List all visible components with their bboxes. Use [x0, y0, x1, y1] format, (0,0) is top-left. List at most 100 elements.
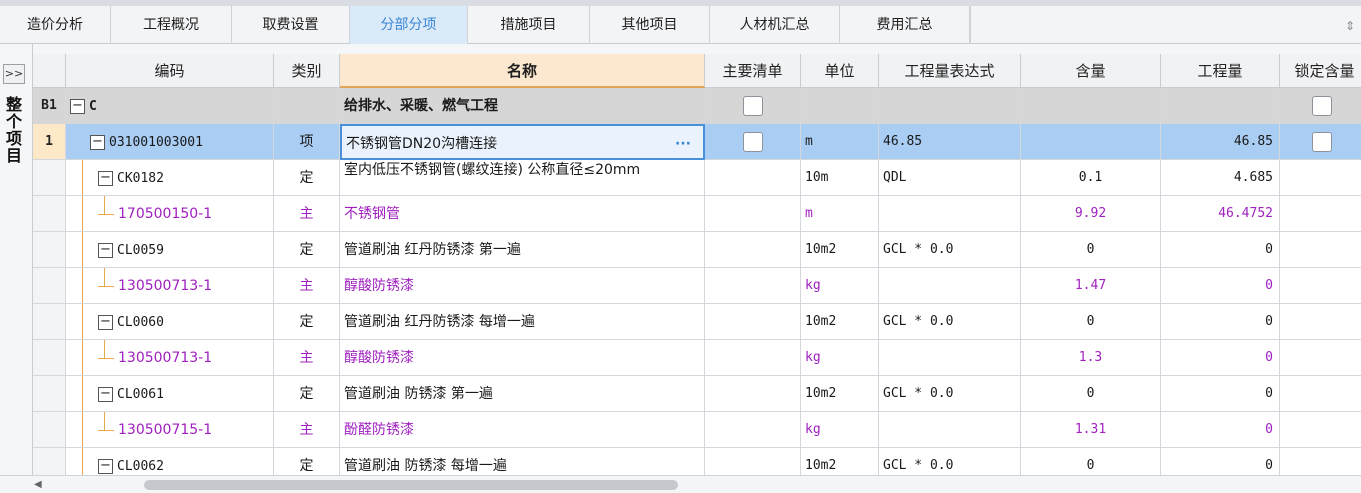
row-index[interactable]: [33, 376, 66, 412]
horizontal-scrollbar[interactable]: ◀: [0, 475, 1361, 493]
content-cell[interactable]: [1021, 124, 1161, 160]
table-row[interactable]: − CL0062 定管道刷油 防锈漆 每增一遍 10m2 GCL * 0.0 0 0: [33, 448, 1361, 475]
table-row[interactable]: 130500715-1 主酚醛防锈漆 kg 1.31 0: [33, 412, 1361, 448]
qty-expr-header[interactable]: 工程量表达式: [879, 54, 1021, 88]
row-index[interactable]: [33, 412, 66, 448]
table-row[interactable]: − CL0059 定管道刷油 红丹防锈漆 第一遍 10m2 GCL * 0.0 0 0: [33, 232, 1361, 268]
name-cell[interactable]: 酚醛防锈漆: [340, 412, 705, 448]
tab-4[interactable]: 措施项目: [468, 6, 590, 44]
row-index[interactable]: [33, 196, 66, 232]
name-cell[interactable]: 管道刷油 防锈漆 第一遍: [340, 376, 705, 412]
table-row[interactable]: 130500713-1 主醇酸防锈漆 kg 1.3 0: [33, 340, 1361, 376]
name-cell[interactable]: 醇酸防锈漆: [340, 340, 705, 376]
qty-expr-cell[interactable]: [879, 196, 1021, 232]
main-list-cell[interactable]: [705, 232, 801, 268]
qty-expr-cell[interactable]: 46.85: [879, 124, 1021, 160]
tab-6[interactable]: 人材机汇总: [710, 6, 840, 44]
table-row[interactable]: − CK0182 定室内低压不锈钢管(螺纹连接) 公称直径≤20mm 10m QDL 0.…: [33, 160, 1361, 196]
code-cell[interactable]: 170500150-1: [66, 196, 274, 232]
quantity-cell[interactable]: 0: [1161, 448, 1280, 475]
table-row[interactable]: 170500150-1 主不锈钢管 m 9.92 46.4752: [33, 196, 1361, 232]
lock-content-checkbox[interactable]: [1312, 96, 1332, 116]
row-index[interactable]: [33, 448, 66, 475]
main-list-cell[interactable]: [705, 376, 801, 412]
unit-cell[interactable]: 10m2: [801, 232, 879, 268]
quantity-cell[interactable]: 0: [1161, 340, 1280, 376]
name-cell[interactable]: 醇酸防锈漆: [340, 268, 705, 304]
tab-scroll-icon[interactable]: ⇕: [1345, 18, 1359, 34]
main-list-cell[interactable]: [705, 160, 801, 196]
lock-content-cell[interactable]: [1280, 232, 1361, 268]
tab-1[interactable]: 工程概况: [111, 6, 232, 44]
unit-cell[interactable]: m: [801, 124, 879, 160]
main-list-cell[interactable]: [705, 88, 801, 124]
name-header[interactable]: 名称: [340, 54, 705, 88]
lock-content-cell[interactable]: [1280, 124, 1361, 160]
qty-expr-cell[interactable]: GCL * 0.0: [879, 304, 1021, 340]
tab-7[interactable]: 费用汇总: [840, 6, 970, 44]
code-header[interactable]: 编码: [66, 54, 274, 88]
scrollbar-thumb[interactable]: [144, 480, 678, 490]
lock-content-checkbox[interactable]: [1312, 132, 1332, 152]
content-cell[interactable]: 1.47: [1021, 268, 1161, 304]
type-cell[interactable]: 主: [274, 340, 340, 376]
quantity-cell[interactable]: 4.685: [1161, 160, 1280, 196]
qty-expr-cell[interactable]: GCL * 0.0: [879, 232, 1021, 268]
content-cell[interactable]: 0: [1021, 304, 1161, 340]
name-cell[interactable]: 管道刷油 红丹防锈漆 第一遍: [340, 232, 705, 268]
main-list-checkbox[interactable]: [742, 132, 763, 152]
lock-content-cell[interactable]: [1280, 88, 1361, 124]
code-cell[interactable]: 130500713-1: [66, 268, 274, 304]
lock-content-cell[interactable]: [1280, 304, 1361, 340]
qty-expr-cell[interactable]: QDL: [879, 160, 1021, 196]
table-row[interactable]: 130500713-1 主醇酸防锈漆 kg 1.47 0: [33, 268, 1361, 304]
row-index[interactable]: [33, 304, 66, 340]
content-header[interactable]: 含量: [1021, 54, 1161, 88]
qty-expr-cell[interactable]: [879, 412, 1021, 448]
collapse-toggle-icon[interactable]: −: [98, 170, 113, 186]
quantity-cell[interactable]: 0: [1161, 304, 1280, 340]
unit-cell[interactable]: kg: [801, 412, 879, 448]
scroll-left-arrow-icon[interactable]: ◀: [34, 479, 46, 491]
content-cell[interactable]: 0: [1021, 376, 1161, 412]
collapse-toggle-icon[interactable]: −: [90, 134, 105, 150]
main-list-cell[interactable]: [705, 448, 801, 475]
quantity-cell[interactable]: 46.4752: [1161, 196, 1280, 232]
collapse-toggle-icon[interactable]: −: [70, 98, 85, 114]
code-cell[interactable]: 130500715-1: [66, 412, 274, 448]
whole-project-label[interactable]: 整个项目: [4, 96, 24, 164]
main-list-cell[interactable]: [705, 196, 801, 232]
tab-3[interactable]: 分部分项: [350, 6, 468, 44]
lock-content-cell[interactable]: [1280, 376, 1361, 412]
type-cell[interactable]: 定: [274, 232, 340, 268]
lock-content-cell[interactable]: [1280, 268, 1361, 304]
unit-cell[interactable]: kg: [801, 268, 879, 304]
more-options-icon[interactable]: ···: [675, 126, 691, 158]
quantity-header[interactable]: 工程量: [1161, 54, 1280, 88]
content-cell[interactable]: 0.1: [1021, 160, 1161, 196]
lock-content-cell[interactable]: [1280, 340, 1361, 376]
unit-header[interactable]: 单位: [801, 54, 879, 88]
collapse-toggle-icon[interactable]: −: [98, 458, 113, 474]
lock-content-header[interactable]: 锁定含量: [1280, 54, 1361, 88]
unit-cell[interactable]: 10m: [801, 160, 879, 196]
main-list-cell[interactable]: [705, 412, 801, 448]
main-list-header[interactable]: 主要清单: [705, 54, 801, 88]
row-index[interactable]: [33, 160, 66, 196]
name-cell[interactable]: 管道刷油 防锈漆 每增一遍: [340, 448, 705, 475]
qty-expr-cell[interactable]: [879, 88, 1021, 124]
code-cell[interactable]: − CL0061: [66, 376, 274, 412]
code-cell[interactable]: −031001003001: [66, 124, 274, 160]
name-cell[interactable]: 室内低压不锈钢管(螺纹连接) 公称直径≤20mm: [340, 160, 705, 196]
type-cell[interactable]: 定: [274, 376, 340, 412]
collapse-toggle-icon[interactable]: −: [98, 242, 113, 258]
tab-0[interactable]: 造价分析: [0, 6, 111, 44]
type-cell[interactable]: 定: [274, 448, 340, 475]
quantity-cell[interactable]: 0: [1161, 232, 1280, 268]
main-list-cell[interactable]: [705, 304, 801, 340]
type-cell[interactable]: 主: [274, 268, 340, 304]
code-cell[interactable]: − C: [66, 88, 274, 124]
content-cell[interactable]: 1.31: [1021, 412, 1161, 448]
table-row[interactable]: 1−031001003001 项不锈钢管DN20沟槽连接 ··· m 46.85 46.8…: [33, 124, 1361, 160]
lock-content-cell[interactable]: [1280, 448, 1361, 475]
